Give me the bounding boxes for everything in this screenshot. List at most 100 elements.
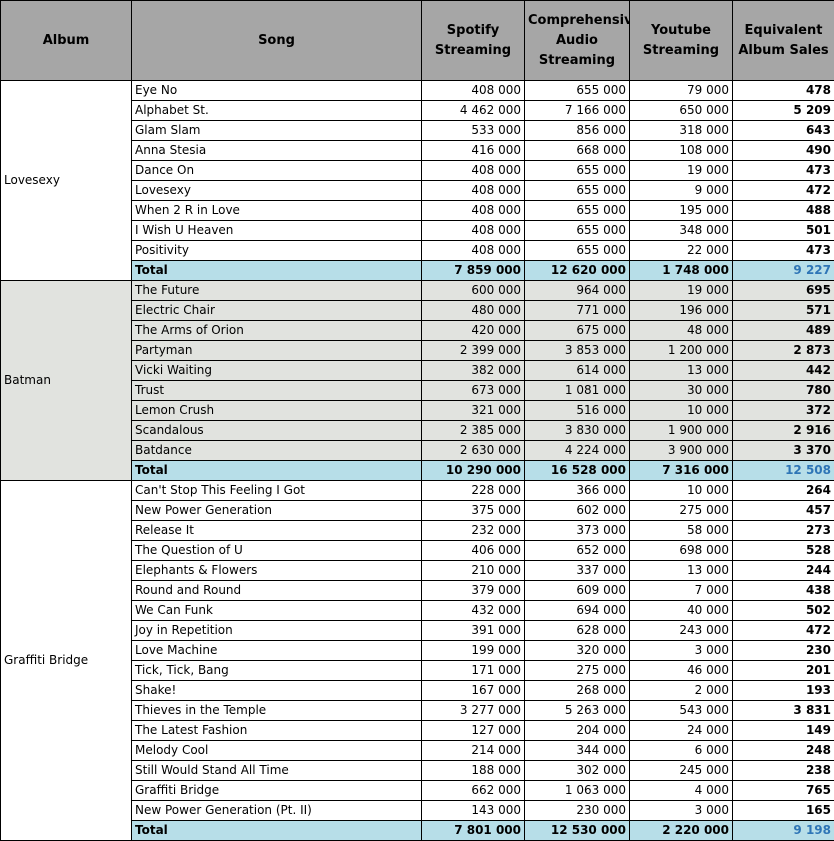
eas-value: 3 370: [732, 440, 834, 461]
header-youtube: Youtube Streaming: [629, 0, 733, 81]
spotify-value: 432 000: [421, 600, 525, 621]
youtube-value: 318 000: [629, 120, 733, 141]
caus-value: 694 000: [524, 600, 630, 621]
song-title: Still Would Stand All Time: [131, 760, 422, 781]
eas-value: 472: [732, 180, 834, 201]
youtube-value: 650 000: [629, 100, 733, 121]
caus-value: 344 000: [524, 740, 630, 761]
eas-value: 490: [732, 140, 834, 161]
spotify-value: 408 000: [421, 240, 525, 261]
youtube-value: 7 000: [629, 580, 733, 601]
youtube-value: 108 000: [629, 140, 733, 161]
spotify-value: 420 000: [421, 320, 525, 341]
song-title: Lovesexy: [131, 180, 422, 201]
caus-value: 675 000: [524, 320, 630, 341]
caus-value: 771 000: [524, 300, 630, 321]
youtube-value: 46 000: [629, 660, 733, 681]
eas-value: 472: [732, 620, 834, 641]
song-title: New Power Generation: [131, 500, 422, 521]
spotify-value: 408 000: [421, 180, 525, 201]
song-title: The Future: [131, 280, 422, 301]
table-row: Batman The Future 600 000 964 000 19 000 695: [0, 280, 834, 481]
eas-value: 780: [732, 380, 834, 401]
eas-value: 478: [732, 80, 834, 101]
caus-value: 5 263 000: [524, 700, 630, 721]
youtube-value: 9 000: [629, 180, 733, 201]
spotify-value: 416 000: [421, 140, 525, 161]
spotify-value: 391 000: [421, 620, 525, 641]
spotify-value: 408 000: [421, 220, 525, 241]
youtube-value: 48 000: [629, 320, 733, 341]
song-title: Positivity: [131, 240, 422, 261]
caus-value: 602 000: [524, 500, 630, 521]
spotify-value: 673 000: [421, 380, 525, 401]
spotify-value: 533 000: [421, 120, 525, 141]
youtube-value: 19 000: [629, 160, 733, 181]
song-title: Thieves in the Temple: [131, 700, 422, 721]
eas-value: 230: [732, 640, 834, 661]
song-title: Release It: [131, 520, 422, 541]
header-spotify: Spotify Streaming: [421, 0, 525, 81]
youtube-value: 243 000: [629, 620, 733, 641]
youtube-value: 58 000: [629, 520, 733, 541]
song-title: Eye No: [131, 80, 422, 101]
youtube-value: 4 000: [629, 780, 733, 801]
song-title: Vicki Waiting: [131, 360, 422, 381]
eas-value: 473: [732, 160, 834, 181]
eas-value: 149: [732, 720, 834, 741]
spotify-value: 2 399 000: [421, 340, 525, 361]
eas-value: 5 209: [732, 100, 834, 121]
album-name: Graffiti Bridge: [0, 480, 132, 841]
youtube-value: 196 000: [629, 300, 733, 321]
header-album: Album: [0, 0, 132, 81]
total-label: Total: [131, 460, 422, 481]
spotify-value: 4 462 000: [421, 100, 525, 121]
youtube-value: 30 000: [629, 380, 733, 401]
caus-value: 230 000: [524, 800, 630, 821]
youtube-value: 1 900 000: [629, 420, 733, 441]
eas-value: 765: [732, 780, 834, 801]
spotify-value: 321 000: [421, 400, 525, 421]
youtube-value: 3 000: [629, 640, 733, 661]
caus-value: 655 000: [524, 180, 630, 201]
sales-table: Album Song SpotifyStreaming Comprehensiv…: [0, 0, 834, 841]
song-title: Love Machine: [131, 640, 422, 661]
eas-value: 244: [732, 560, 834, 581]
spotify-value: 662 000: [421, 780, 525, 801]
youtube-value: 698 000: [629, 540, 733, 561]
youtube-value: 275 000: [629, 500, 733, 521]
total-spotify: 7 801 000: [421, 820, 525, 841]
youtube-value: 195 000: [629, 200, 733, 221]
spotify-value: 2 385 000: [421, 420, 525, 441]
spotify-value: 228 000: [421, 480, 525, 501]
eas-value: 457: [732, 500, 834, 521]
caus-value: 609 000: [524, 580, 630, 601]
song-title: We Can Funk: [131, 600, 422, 621]
youtube-value: 10 000: [629, 400, 733, 421]
eas-value: 193: [732, 680, 834, 701]
eas-value: 442: [732, 360, 834, 381]
total-spotify: 7 859 000: [421, 260, 525, 281]
song-title: New Power Generation (Pt. II): [131, 800, 422, 821]
youtube-value: 40 000: [629, 600, 733, 621]
youtube-value: 13 000: [629, 560, 733, 581]
eas-value: 695: [732, 280, 834, 301]
header-eas: Equivalent Album Sales: [732, 0, 834, 81]
youtube-value: 348 000: [629, 220, 733, 241]
eas-value: 238: [732, 760, 834, 781]
spotify-value: 188 000: [421, 760, 525, 781]
total-eas: 9 198: [732, 820, 834, 841]
song-title: I Wish U Heaven: [131, 220, 422, 241]
youtube-value: 245 000: [629, 760, 733, 781]
spotify-value: 143 000: [421, 800, 525, 821]
caus-value: 373 000: [524, 520, 630, 541]
eas-value: 502: [732, 600, 834, 621]
spotify-value: 214 000: [421, 740, 525, 761]
caus-value: 302 000: [524, 760, 630, 781]
spotify-value: 379 000: [421, 580, 525, 601]
song-title: Trust: [131, 380, 422, 401]
eas-value: 488: [732, 200, 834, 221]
caus-value: 655 000: [524, 240, 630, 261]
song-title: The Latest Fashion: [131, 720, 422, 741]
eas-value: 165: [732, 800, 834, 821]
